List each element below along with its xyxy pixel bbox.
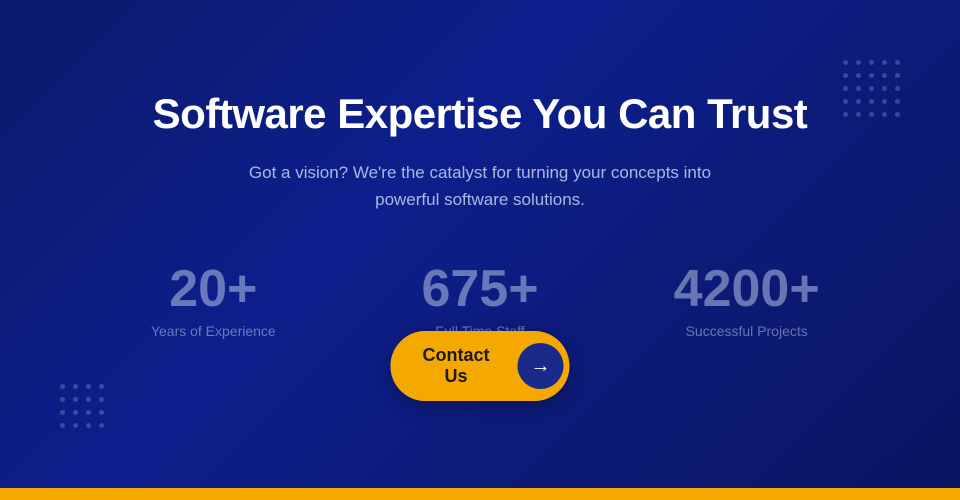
dot bbox=[882, 60, 887, 65]
contact-button-container: Contact Us → bbox=[391, 331, 570, 401]
stats-container: 20+ Years of Experience 675+ Full Time S… bbox=[80, 263, 880, 379]
dot bbox=[73, 410, 78, 415]
dot bbox=[869, 73, 874, 78]
contact-button-arrow-circle: → bbox=[518, 343, 564, 389]
dot bbox=[86, 423, 91, 428]
dot bbox=[869, 60, 874, 65]
arrow-right-icon: → bbox=[531, 355, 551, 378]
dot bbox=[73, 397, 78, 402]
dot bbox=[99, 384, 104, 389]
main-section: Software Expertise You Can Trust Got a v… bbox=[0, 0, 960, 488]
stats-row: 20+ Years of Experience 675+ Full Time S… bbox=[80, 263, 880, 339]
dot bbox=[60, 410, 65, 415]
dot bbox=[60, 423, 65, 428]
dot bbox=[86, 384, 91, 389]
dot bbox=[856, 112, 861, 117]
dot bbox=[882, 112, 887, 117]
stat-item-projects: 4200+ Successful Projects bbox=[613, 263, 880, 339]
dot bbox=[895, 60, 900, 65]
dot bbox=[99, 410, 104, 415]
dot bbox=[843, 73, 848, 78]
dot bbox=[843, 112, 848, 117]
stat-label-experience: Years of Experience bbox=[151, 323, 276, 339]
dot bbox=[882, 73, 887, 78]
dot bbox=[843, 86, 848, 91]
contact-us-button[interactable]: Contact Us → bbox=[391, 331, 570, 401]
dot bbox=[60, 384, 65, 389]
dot bbox=[856, 60, 861, 65]
contact-button-label: Contact Us bbox=[391, 331, 518, 401]
dot bbox=[99, 397, 104, 402]
stat-number-projects: 4200+ bbox=[674, 263, 820, 315]
dot-grid-top-right bbox=[843, 60, 900, 117]
dot bbox=[73, 384, 78, 389]
dot-grid-bottom-left bbox=[60, 384, 104, 428]
dot bbox=[882, 86, 887, 91]
dot bbox=[869, 112, 874, 117]
dot bbox=[895, 86, 900, 91]
dot bbox=[869, 86, 874, 91]
dot bbox=[843, 60, 848, 65]
page-subheading: Got a vision? We're the catalyst for tur… bbox=[220, 159, 740, 213]
dot bbox=[856, 86, 861, 91]
dot bbox=[73, 423, 78, 428]
dot bbox=[895, 99, 900, 104]
stat-number-staff: 675+ bbox=[421, 263, 538, 315]
dot bbox=[856, 73, 861, 78]
bottom-accent-bar bbox=[0, 488, 960, 500]
dot bbox=[895, 112, 900, 117]
stat-number-experience: 20+ bbox=[169, 263, 257, 315]
stat-label-projects: Successful Projects bbox=[686, 323, 808, 339]
dot bbox=[869, 99, 874, 104]
dot bbox=[882, 99, 887, 104]
page-wrapper: Software Expertise You Can Trust Got a v… bbox=[0, 0, 960, 500]
page-heading: Software Expertise You Can Trust bbox=[153, 89, 808, 139]
dot bbox=[895, 73, 900, 78]
dot bbox=[843, 99, 848, 104]
stat-item-staff: 675+ Full Time Staff Contact Us → bbox=[347, 263, 614, 339]
dot bbox=[86, 397, 91, 402]
dot bbox=[856, 99, 861, 104]
dot bbox=[99, 423, 104, 428]
stat-item-experience: 20+ Years of Experience bbox=[80, 263, 347, 339]
dot bbox=[86, 410, 91, 415]
dot bbox=[60, 397, 65, 402]
